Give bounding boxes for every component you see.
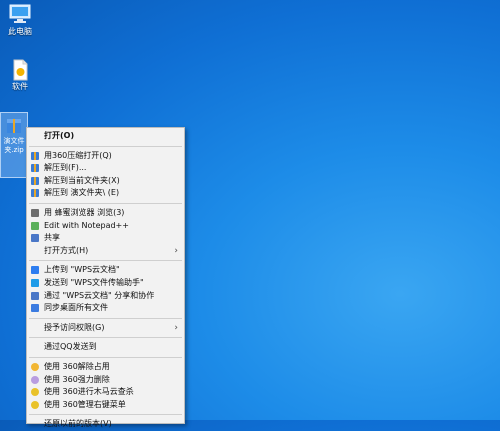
menu-separator (29, 202, 182, 204)
context-menu-item[interactable]: 解压到当前文件夹(X) (27, 175, 184, 188)
context-menu-item-label: 还原以前的版本(V) (44, 419, 112, 429)
context-menu-item-label: 使用 360解除占用 (44, 361, 110, 371)
notepad-icon (31, 221, 39, 230)
context-menu-item[interactable]: 上传到 "WPS云文档" (27, 264, 184, 277)
context-menu-item[interactable]: 使用 360解除占用 (27, 361, 184, 374)
shield-icon (31, 388, 39, 397)
context-menu-item[interactable]: 解压到 演文件夹\ (E) (27, 187, 184, 200)
context-menu-item[interactable]: 共享 (27, 232, 184, 245)
context-menu-item[interactable]: 通过 "WPS云文档" 分享和协作 (27, 290, 184, 303)
context-menu-item-label: 用 蜂蜜浏览器 浏览(3) (44, 207, 125, 217)
archive-icon (6, 117, 22, 135)
browser-icon (31, 208, 39, 217)
desktop-icon-this-pc[interactable]: 此电脑 (0, 3, 40, 37)
desktop-icon-label: 此电脑 (8, 27, 32, 36)
menu-separator (29, 414, 182, 416)
context-menu-item-label: Edit with Notepad++ (44, 220, 129, 230)
context-menu-item-label: 用360压缩打开(Q) (44, 150, 112, 160)
share-icon (31, 291, 39, 300)
sync-icon (31, 304, 39, 313)
menu-separator (29, 337, 182, 339)
context-menu-item[interactable]: 使用 360进行木马云查杀 (27, 386, 184, 399)
context-menu-item[interactable]: Edit with Notepad++ (27, 220, 184, 233)
context-menu-item[interactable]: 使用 360管理右键菜单 (27, 399, 184, 412)
context-menu-item[interactable]: 打开(O) (27, 130, 184, 143)
archive-icon (31, 189, 39, 198)
context-menu-item-label: 发送到 "WPS文件传输助手" (44, 277, 144, 287)
context-menu-item-label: 使用 360强力删除 (44, 374, 110, 384)
context-menu-item-label: 打开方式(H) (44, 245, 89, 255)
context-menu-item-label: 打开(O) (44, 131, 75, 140)
cloud-icon (31, 266, 39, 275)
send-icon (31, 278, 39, 287)
context-menu-item-label: 同步桌面所有文件 (44, 303, 108, 313)
context-menu-item-label: 使用 360管理右键菜单 (44, 399, 126, 409)
menu-separator (29, 145, 182, 147)
context-menu-item-label: 上传到 "WPS云文档" (44, 265, 120, 275)
context-menu-item[interactable]: 通过QQ发送到 (27, 341, 184, 354)
archive-icon (31, 176, 39, 185)
context-menu-item[interactable]: 发送到 "WPS文件传输助手" (27, 277, 184, 290)
context-menu-item-label: 通过QQ发送到 (44, 342, 97, 352)
context-menu-item-label: 解压到(F)... (44, 163, 87, 173)
context-menu-item[interactable]: 用 蜂蜜浏览器 浏览(3) (27, 207, 184, 220)
shield-icon (31, 400, 39, 409)
selected-file-label: 演文件夹.zip (3, 137, 25, 154)
context-menu-item-label: 共享 (44, 233, 60, 243)
context-menu-item[interactable]: 解压到(F)... (27, 162, 184, 175)
file-icon (8, 58, 32, 81)
context-menu-item[interactable]: 用360压缩打开(Q) (27, 150, 184, 163)
context-menu-item[interactable]: 还原以前的版本(V) (27, 418, 184, 431)
context-menu: 打开(O) 用360压缩打开(Q) 解压到(F)... 解压到当前文件夹(X) 解压到 … (26, 127, 185, 428)
desktop-icon-label: 软件 (12, 82, 28, 91)
context-menu-item-label: 使用 360进行木马云查杀 (44, 387, 134, 397)
menu-separator (29, 317, 182, 319)
delete-icon (31, 375, 39, 384)
menu-separator (29, 356, 182, 358)
context-menu-item[interactable]: 同步桌面所有文件 (27, 302, 184, 315)
chevron-right-icon: › (174, 245, 178, 256)
desktop-icon-software[interactable]: 软件 (0, 58, 40, 92)
context-menu-item-label: 解压到当前文件夹(X) (44, 175, 120, 185)
context-menu-item-label: 授予访问权限(G) (44, 322, 105, 332)
context-menu-item[interactable]: 授予访问权限(G) › (27, 322, 184, 335)
desktop-selected-file[interactable]: 演文件夹.zip (0, 112, 28, 178)
computer-icon (8, 3, 32, 25)
context-menu-item-label: 通过 "WPS云文档" 分享和协作 (44, 290, 155, 300)
context-menu-item[interactable]: 打开方式(H) › (27, 245, 184, 258)
share-icon (31, 234, 39, 243)
unlock-icon (31, 362, 39, 371)
context-menu-item-label: 解压到 演文件夹\ (E) (44, 188, 120, 198)
archive-icon (31, 164, 39, 173)
context-menu-item[interactable]: 使用 360强力删除 (27, 374, 184, 387)
menu-separator (29, 260, 182, 262)
archive-icon (31, 151, 39, 160)
chevron-right-icon: › (174, 322, 178, 333)
